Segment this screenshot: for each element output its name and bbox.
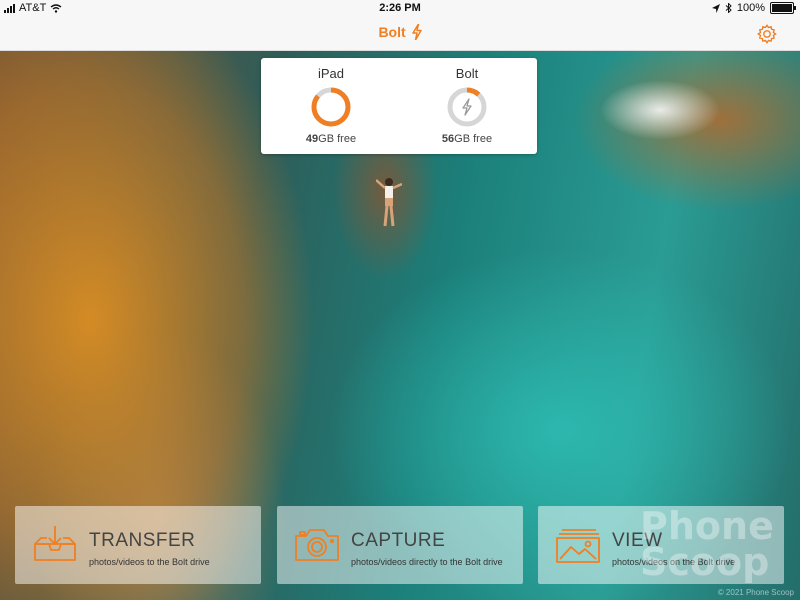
location-icon — [711, 3, 720, 13]
app-title-text: Bolt — [378, 24, 406, 40]
bolt-free-unit: GB free — [454, 133, 493, 145]
watermark-line-1: Phone — [640, 504, 774, 548]
capture-label: CAPTURE — [351, 530, 446, 551]
inbox-download-icon — [34, 526, 76, 561]
ipad-free-unit: GB free — [318, 133, 357, 145]
gallery-icon — [556, 529, 600, 563]
bolt-icon — [411, 24, 422, 40]
camera-icon — [295, 529, 339, 561]
bolt-free-value: 56 — [441, 133, 455, 145]
bolt-storage: Bolt 56GB free — [407, 66, 527, 145]
bluetooth-icon — [725, 3, 732, 13]
capture-button[interactable]: CAPTURE photos/videos directly to the Bo… — [277, 506, 523, 584]
bolt-drive-icon — [462, 98, 472, 116]
battery-fill — [772, 4, 792, 12]
ipad-free-text: 49GB free — [271, 133, 391, 145]
storage-card: iPad 49GB free Bolt 56GB free — [261, 58, 537, 154]
status-bar: AT&T 2:26 PM 100% — [0, 0, 800, 16]
clock: 2:26 PM — [379, 2, 421, 14]
watermark-line-2: Scoop — [640, 540, 770, 584]
wave-foam — [600, 80, 720, 140]
battery-percent: 100% — [736, 2, 765, 14]
app-title: Bolt — [0, 24, 800, 40]
bolt-free-text: 56GB free — [407, 133, 527, 145]
ipad-storage-label: iPad — [317, 66, 345, 81]
ipad-storage-ring — [311, 87, 351, 127]
copyright-text: © 2021 Phone Scoop — [717, 588, 794, 597]
capture-description: photos/videos directly to the Bolt drive — [351, 557, 503, 567]
gear-icon[interactable] — [756, 23, 778, 45]
ipad-free-value: 49 — [305, 133, 319, 145]
nav-bar: Bolt — [0, 16, 800, 51]
battery-icon — [770, 2, 796, 14]
transfer-description: photos/videos to the Bolt drive — [89, 557, 210, 567]
bolt-storage-label: Bolt — [455, 66, 479, 81]
ipad-storage: iPad 49GB free — [271, 66, 391, 145]
person-on-rock — [376, 178, 402, 227]
transfer-button[interactable]: TRANSFER photos/videos to the Bolt drive — [15, 506, 261, 584]
watermark: Phone Scoop — [640, 504, 790, 598]
transfer-label: TRANSFER — [89, 530, 196, 551]
bolt-storage-ring — [447, 87, 487, 127]
